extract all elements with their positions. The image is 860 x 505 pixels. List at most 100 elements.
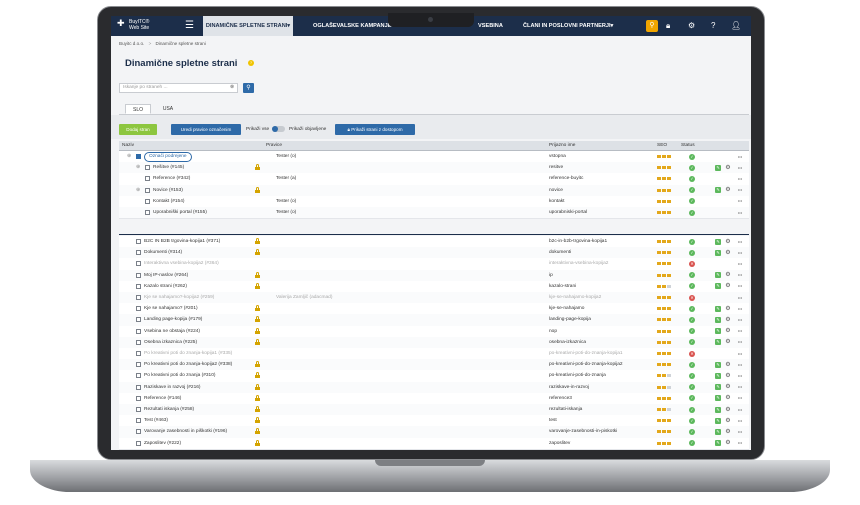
more-icon[interactable]: ••• [737,187,743,193]
more-icon[interactable]: ••• [737,295,743,301]
settings-icon[interactable]: ⚙ [725,250,731,256]
row-name[interactable]: Po kreativni poti do znanja-kopija2 (#33… [144,359,232,370]
tab-members-partners[interactable]: ČLANI IN POSLOVNI PARTNERJI▾ [523,16,613,36]
row-name[interactable]: Novice (#153) [153,185,183,196]
tab-dynamic-pages[interactable]: DINAMIČNE SPLETNE STRANI▾ [203,16,293,36]
row-checkbox[interactable] [136,351,141,356]
column-status[interactable]: Status [681,141,695,150]
edit-icon[interactable]: ✎ [715,384,721,391]
settings-icon[interactable]: ⚙ [725,239,731,245]
edit-icon[interactable]: ✎ [715,395,721,402]
settings-icon[interactable]: ⚙ [725,187,731,193]
more-icon[interactable]: ••• [737,154,743,160]
more-icon[interactable]: ••• [737,165,743,171]
edit-icon[interactable]: ✎ [715,417,721,424]
column-name[interactable]: Naziv [122,141,134,150]
row-checkbox[interactable] [136,317,141,323]
edit-icon[interactable]: ✎ [715,406,721,413]
more-icon[interactable]: ••• [737,283,743,289]
row-name[interactable]: Po kreativni poti do znanja (#310) [144,370,215,381]
more-icon[interactable]: ••• [737,362,743,368]
row-checkbox[interactable] [136,239,141,244]
show-access-button[interactable]: 🔒︎ Prikaži strani z dostopom [335,124,415,135]
row-checkbox[interactable] [136,395,141,401]
row-checkbox[interactable] [136,295,141,300]
row-name[interactable]: Rešitve (#145) [153,162,184,173]
column-rights[interactable]: Pravice [266,141,282,150]
row-checkbox[interactable] [136,384,141,390]
row-name[interactable]: Kazalo strani (#262) [144,281,187,292]
edit-icon[interactable]: ✎ [715,372,721,379]
edit-icon[interactable]: ✎ [715,283,721,290]
edit-icon[interactable]: ✎ [715,440,721,447]
row-checkbox[interactable] [136,362,141,368]
row-name[interactable]: Uporabniški portal (#155) [153,207,207,218]
settings-icon[interactable]: ⚙ [725,418,731,424]
settings-icon[interactable]: ⚙ [725,429,731,435]
more-icon[interactable]: ••• [737,239,743,245]
edit-icon[interactable]: ✎ [715,187,721,194]
tab-content[interactable]: VSEBINA [478,16,503,36]
settings-icon[interactable]: ⚙ [725,407,731,413]
hamburger-icon[interactable]: ☰ [185,20,194,31]
row-name[interactable]: Osebna izkaznica (#225) [144,337,197,348]
row-name[interactable]: Po kreativni poti do znanja-kopija1 (#33… [144,348,232,359]
search-input[interactable]: Iskanje po straneh ... ⊗ [119,83,238,93]
more-icon[interactable]: ••• [737,306,743,312]
row-checkbox[interactable] [136,407,141,412]
more-icon[interactable]: ••• [737,429,743,435]
help-icon[interactable]: ? [711,20,715,32]
more-icon[interactable]: ••• [737,407,743,413]
row-name[interactable]: Kje se nahajamo? (#201) [144,303,198,314]
more-icon[interactable]: ••• [737,328,743,334]
edit-icon[interactable]: ✎ [715,272,721,279]
row-name[interactable]: Dokumenti (#314) [144,247,182,258]
settings-icon[interactable]: ⚙ [725,395,731,401]
row-checkbox[interactable] [136,283,141,289]
row-checkbox[interactable] [145,165,150,171]
help-badge-icon[interactable]: ? [248,60,254,66]
row-checkbox[interactable] [145,198,150,204]
more-icon[interactable]: ••• [737,261,743,267]
more-icon[interactable]: ••• [737,373,743,379]
row-checkbox[interactable] [136,261,141,267]
row-name[interactable]: Landing page-kopija (#179) [144,314,202,325]
row-checkbox[interactable] [136,328,141,334]
more-icon[interactable]: ••• [737,395,743,401]
row-name[interactable]: Kontakt (#154) [153,196,184,207]
row-checkbox[interactable] [136,250,141,256]
edit-icon[interactable]: ✎ [715,249,721,256]
row-name[interactable]: Varovanje zasebnosti in piškotki (#196) [144,426,227,437]
row-checkbox[interactable] [136,429,141,435]
search-icon[interactable]: ⚲ [646,20,658,32]
more-icon[interactable]: ••• [737,198,743,204]
row-name[interactable]: Reference (#342) [153,173,190,184]
row-name[interactable]: B2C IN B2B trgovina-kopija1 (#371) [144,236,220,247]
row-name[interactable]: Interaktivna vsebina-kopija2 (#364) [144,258,219,269]
tab-usa[interactable]: USA [157,104,179,114]
table-row[interactable]: Zaposlitev (#222) zaposlitev ✓ ✎ ⚙ ••• [119,437,749,450]
row-checkbox[interactable] [145,187,150,193]
settings-icon[interactable]: ⚙ [725,362,731,368]
row-checkbox[interactable] [136,440,141,446]
row-name[interactable]: Moj IP-naslov (#264) [144,270,188,281]
row-checkbox[interactable] [136,306,141,312]
settings-icon[interactable]: ⚙ [725,283,731,289]
edit-icon[interactable]: ✎ [715,305,721,312]
row-name[interactable]: Vsebina ne obstaja (#224) [144,326,200,337]
settings-icon[interactable]: ⚙ [725,339,731,345]
edit-icon[interactable]: ✎ [715,428,721,435]
edit-icon[interactable]: ✎ [715,316,721,323]
lock-icon[interactable]: 🔒︎ [666,20,670,32]
edit-icon[interactable]: ✎ [715,361,721,368]
user-icon[interactable]: 👤︎ [731,20,741,32]
more-icon[interactable]: ••• [737,440,743,446]
settings-icon[interactable]: ⚙ [725,165,731,171]
settings-icon[interactable]: ⚙ [725,317,731,323]
row-name[interactable]: Rezultati iskanja (#258) [144,404,194,415]
row-checkbox[interactable] [136,418,141,424]
mark-children-chip[interactable]: Označi podrejene [144,152,192,162]
edit-icon[interactable]: ✎ [715,328,721,335]
more-icon[interactable]: ••• [737,210,743,216]
row-name[interactable]: Reference (#146) [144,393,181,404]
